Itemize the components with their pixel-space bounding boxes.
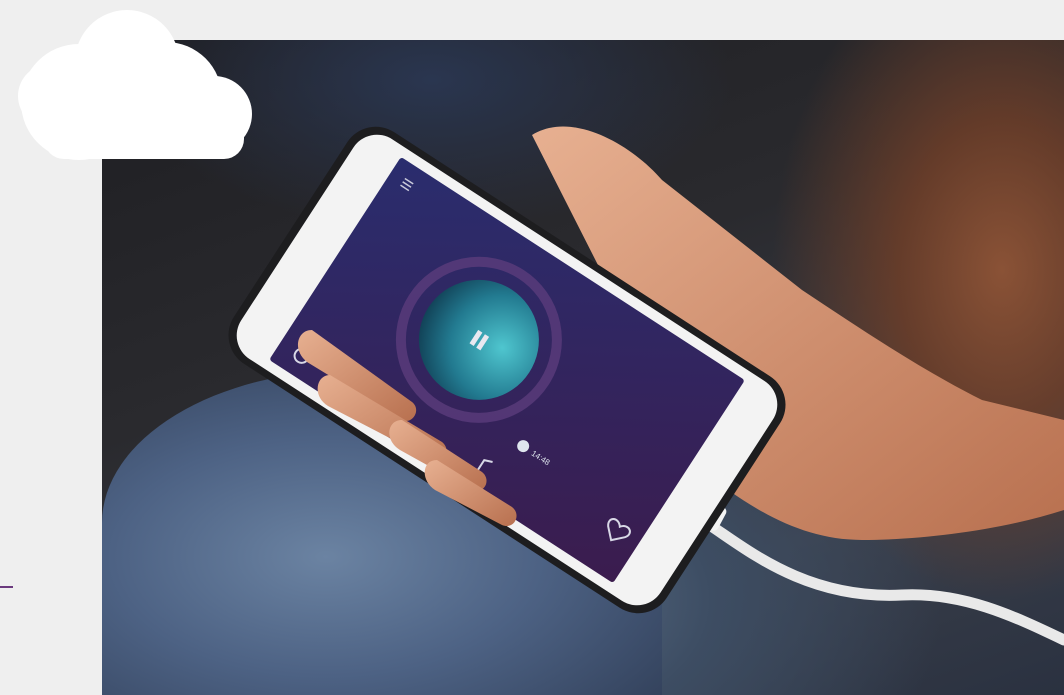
accent-line (0, 586, 13, 588)
cloud-shape (18, 10, 252, 160)
